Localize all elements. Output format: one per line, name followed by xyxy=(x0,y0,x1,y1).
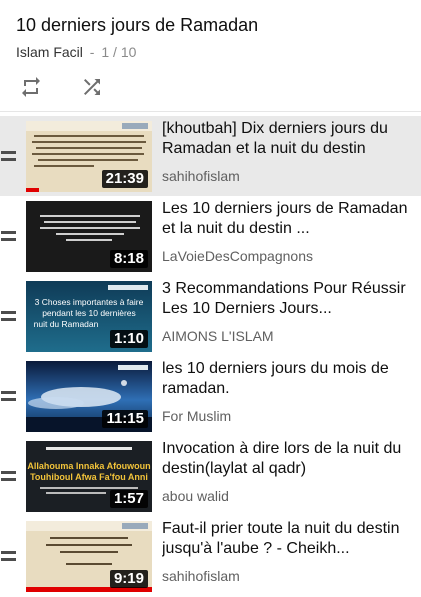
video-title[interactable]: Invocation à dire lors de la nuit du des… xyxy=(162,439,412,479)
drag-handle-icon[interactable] xyxy=(1,306,17,326)
video-title[interactable]: 3 Recommandations Pour Réussir Les 10 De… xyxy=(162,279,412,319)
playlist-item[interactable]: 21:39 [khoutbah] Dix derniers jours du R… xyxy=(0,116,421,196)
playlist-item[interactable]: Allahouma Innaka Afouwoun Touhiboul Afwa… xyxy=(0,436,421,516)
video-duration: 11:15 xyxy=(102,410,148,428)
video-thumbnail[interactable]: 8:18 xyxy=(26,201,152,272)
video-title[interactable]: [khoutbah] Dix derniers jours du Ramadan… xyxy=(162,119,412,159)
playlist-item[interactable]: 3 Choses importantes à faire pendant les… xyxy=(0,276,421,356)
drag-handle-icon[interactable] xyxy=(1,546,17,566)
video-thumbnail[interactable]: Allahouma Innaka Afouwoun Touhiboul Afwa… xyxy=(26,441,152,512)
video-title[interactable]: Les 10 derniers jours de Ramadan et la n… xyxy=(162,199,412,239)
video-thumbnail[interactable]: 3 Choses importantes à faire pendant les… xyxy=(26,281,152,352)
video-channel[interactable]: sahihofislam xyxy=(162,167,412,185)
video-thumbnail[interactable]: 9:19 xyxy=(26,521,152,592)
playlist-header: 10 derniers jours de Ramadan Islam Facil… xyxy=(0,0,421,112)
video-duration: 9:19 xyxy=(109,570,148,588)
svg-text:nuit du Ramadan: nuit du Ramadan xyxy=(34,319,99,329)
video-channel[interactable]: AIMONS L'ISLAM xyxy=(162,327,412,345)
playlist-item[interactable]: 8:18 Les 10 derniers jours de Ramadan et… xyxy=(0,196,421,276)
shuffle-icon xyxy=(84,79,100,95)
video-title[interactable]: les 10 derniers jours du mois de ramadan… xyxy=(162,359,412,399)
svg-text:pendant les 10 dernières: pendant les 10 dernières xyxy=(42,308,136,318)
playlist-item[interactable]: 9:19 Faut-il prier toute la nuit du dest… xyxy=(0,516,421,596)
video-thumbnail[interactable]: 21:39 xyxy=(26,121,152,192)
svg-text:Allahouma Innaka Afouwoun: Allahouma Innaka Afouwoun xyxy=(27,461,150,471)
playlist-item[interactable]: 11:15 les 10 derniers jours du mois de r… xyxy=(0,356,421,436)
playlist-position: 1 / 10 xyxy=(101,44,137,60)
video-duration: 1:10 xyxy=(109,330,148,348)
svg-text:Touhiboul Afwa Fa'fou Anni: Touhiboul Afwa Fa'fou Anni xyxy=(30,472,148,482)
playlist-meta-separator: - xyxy=(89,44,95,60)
video-title[interactable]: Faut-il prier toute la nuit du destin ju… xyxy=(162,519,412,559)
playlist-title[interactable]: 10 derniers jours de Ramadan xyxy=(16,14,258,36)
video-duration: 21:39 xyxy=(101,170,148,188)
video-channel[interactable]: abou walid xyxy=(162,487,412,505)
video-thumbnail[interactable]: 11:15 xyxy=(26,361,152,432)
drag-handle-icon[interactable] xyxy=(1,146,17,166)
svg-text:3 Choses importantes à faire: 3 Choses importantes à faire xyxy=(35,297,144,307)
video-channel[interactable]: LaVoieDesCompagnons xyxy=(162,247,412,265)
loop-icon xyxy=(22,77,40,97)
video-duration: 8:18 xyxy=(109,250,148,268)
drag-handle-icon[interactable] xyxy=(1,466,17,486)
playlist-meta: Islam Facil - 1 / 10 xyxy=(16,43,136,61)
watch-progress-bar xyxy=(26,188,39,192)
loop-button[interactable] xyxy=(16,72,46,102)
drag-handle-icon[interactable] xyxy=(1,226,17,246)
video-channel[interactable]: sahihofislam xyxy=(162,567,412,585)
drag-handle-icon[interactable] xyxy=(1,386,17,406)
video-channel[interactable]: For Muslim xyxy=(162,407,412,425)
playlist-channel[interactable]: Islam Facil xyxy=(16,44,83,60)
shuffle-button[interactable] xyxy=(77,72,107,102)
video-duration: 1:57 xyxy=(109,490,148,508)
